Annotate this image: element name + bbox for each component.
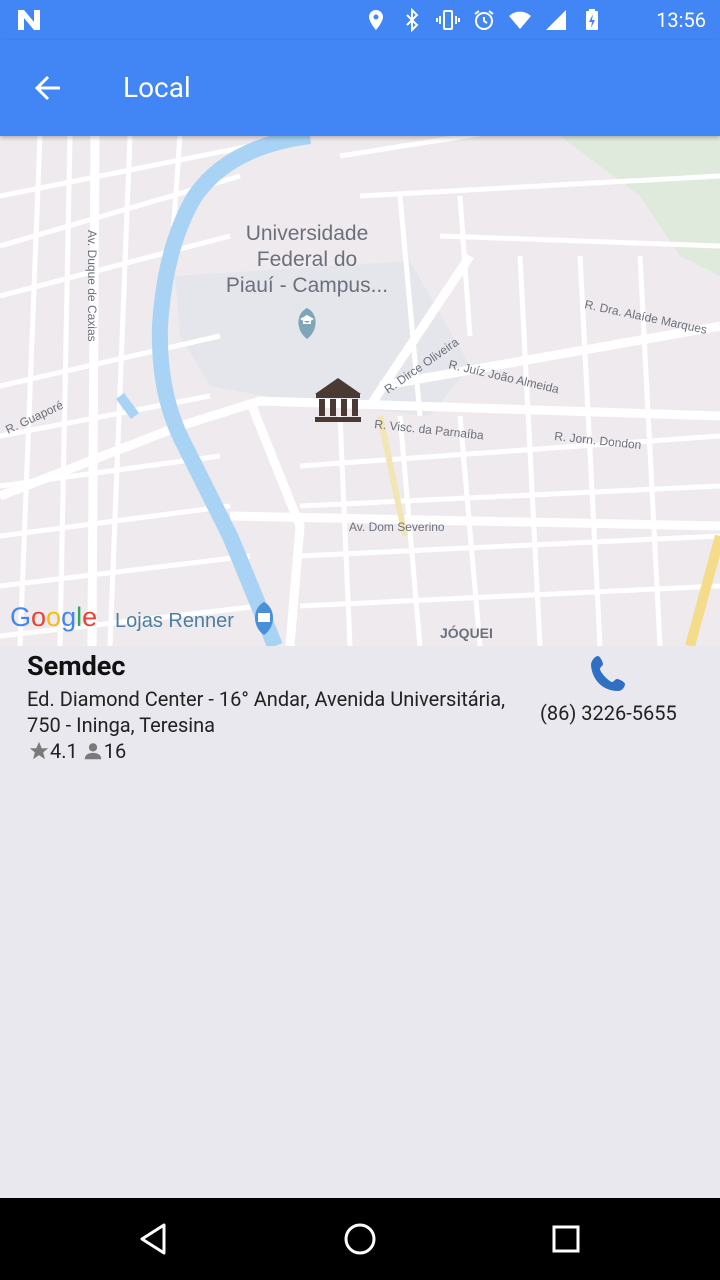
- notification-n-icon: [18, 10, 40, 30]
- map-view[interactable]: Universidade Federal do Piauí - Campus..…: [0, 136, 720, 646]
- google-logo: Google: [10, 602, 97, 632]
- app-bar: Local: [0, 40, 720, 136]
- review-count: 16: [103, 739, 127, 763]
- wifi-icon: [509, 11, 531, 29]
- page-title: Local: [123, 71, 191, 104]
- clock: 13:56: [656, 8, 706, 32]
- bluetooth-icon: [406, 8, 419, 32]
- place-name: Semdec: [27, 650, 126, 682]
- status-bar: 13:56: [0, 0, 720, 40]
- recents-nav-icon[interactable]: [542, 1215, 590, 1263]
- location-icon: [369, 10, 383, 30]
- map-label-university-1: Universidade: [246, 222, 369, 245]
- back-arrow-icon[interactable]: [24, 64, 72, 112]
- map-label-university-3: Piauí - Campus...: [226, 274, 388, 297]
- person-icon: [84, 743, 102, 760]
- phone-icon[interactable]: [585, 650, 633, 698]
- street-label-av-dom: Av. Dom Severino: [349, 520, 445, 534]
- phone-number[interactable]: (86) 3226-5655: [540, 701, 677, 725]
- street-label-av-duque: Av. Duque de Caxias: [85, 230, 99, 342]
- navigation-bar: [0, 1198, 720, 1280]
- star-icon: [29, 741, 49, 760]
- status-icons: [364, 8, 604, 32]
- neighborhood-label-joquei: JÓQUEI: [440, 624, 493, 641]
- home-nav-icon[interactable]: [336, 1215, 384, 1263]
- map-canvas: Universidade Federal do Piauí - Campus..…: [0, 136, 720, 646]
- back-nav-icon[interactable]: [130, 1215, 178, 1263]
- vibrate-icon: [436, 10, 460, 30]
- map-label-university-2: Federal do: [257, 248, 357, 271]
- place-address: Ed. Diamond Center - 16° Andar, Avenida …: [27, 687, 506, 737]
- signal-icon: [546, 10, 566, 30]
- battery-charging-icon: [586, 9, 598, 30]
- alarm-icon: [474, 10, 494, 30]
- rating-row: 4.1 16: [28, 739, 126, 763]
- poi-label-lojas-renner: Lojas Renner: [115, 610, 234, 632]
- rating-value: 4.1: [50, 739, 78, 763]
- svg-text:Google: Google: [10, 602, 97, 632]
